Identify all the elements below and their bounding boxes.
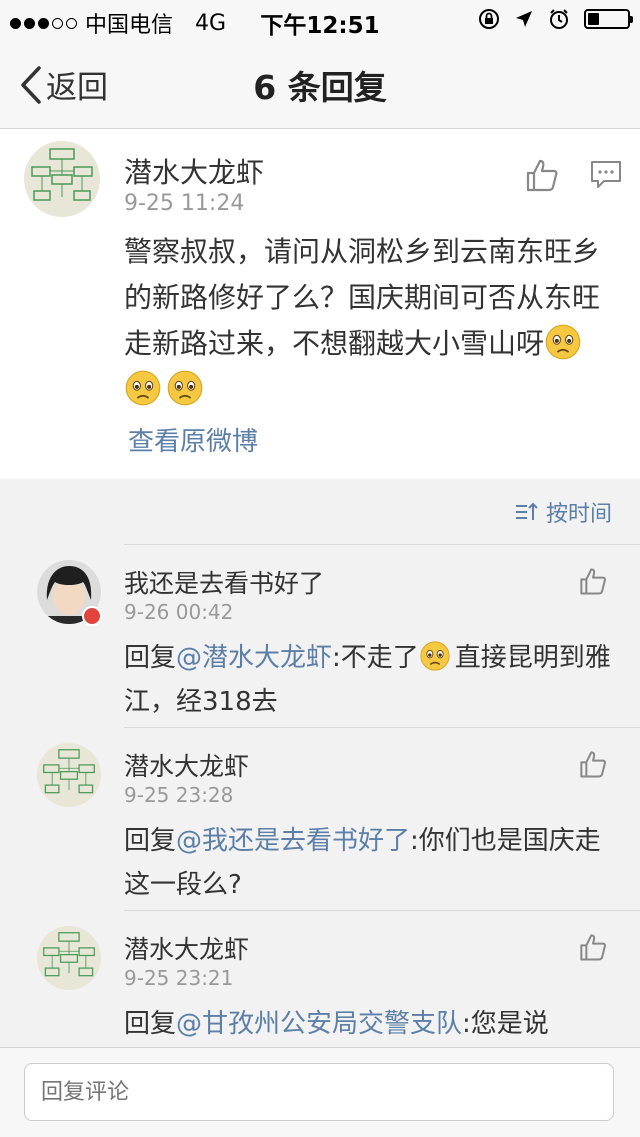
thumbs-up-icon[interactable]: [524, 157, 560, 193]
avatar-image: [37, 743, 101, 807]
reply-body: 回复@潜水大龙虾:不走了 直接昆明到雅江，经318去: [124, 636, 614, 724]
mention-link[interactable]: @我还是去看书好了: [176, 826, 410, 856]
divider: [124, 544, 640, 545]
reply-date: 9-25 23:21: [124, 966, 234, 990]
thumbs-up-icon[interactable]: [578, 932, 608, 962]
battery-fill: [588, 13, 600, 25]
verified-badge-icon: [82, 606, 102, 626]
avatar[interactable]: [37, 926, 101, 990]
alarm-clock-icon: [550, 9, 568, 29]
divider: [124, 910, 640, 911]
avatar-image: [24, 141, 100, 217]
sad-face-emoji-icon: [125, 370, 161, 406]
thumbs-up-icon[interactable]: [578, 749, 608, 779]
reply-author-name[interactable]: 潜水大龙虾: [124, 747, 249, 783]
author-name[interactable]: 潜水大龙虾: [124, 151, 264, 191]
reply-item: 我还是去看书好了 9-26 00:42 回复@潜水大龙虾:不走了 直接昆明到雅江，…: [0, 544, 640, 726]
rotation-lock-icon: [479, 9, 499, 29]
post-text: 警察叔叔，请问从洞松乡到云南东旺乡的新路修好了么？国庆期间可否从东旺走新路过来，…: [124, 235, 601, 360]
sort-by-time-button[interactable]: 按时间: [514, 496, 612, 528]
mention-link[interactable]: @甘孜州公安局交警支队: [176, 1009, 462, 1039]
sad-face-emoji-icon: [545, 324, 581, 360]
reply-item: 潜水大龙虾 9-25 23:28 回复@我还是去看书好了:你们也是国庆走这一段么…: [0, 727, 640, 909]
comment-icon[interactable]: [590, 159, 622, 191]
reply-body: 回复@甘孜州公安局交警支队:您是说: [124, 1002, 614, 1046]
reply-prefix: 回复: [124, 1009, 177, 1039]
post-body: 警察叔叔，请问从洞松乡到云南东旺乡的新路修好了么？国庆期间可否从东旺走新路过来，…: [124, 229, 620, 413]
sort-bar: 按时间: [0, 480, 640, 544]
avatar[interactable]: [37, 743, 101, 807]
mention-link[interactable]: @潜水大龙虾: [176, 643, 332, 673]
navigation-bar: 返回 6 条回复: [0, 40, 640, 129]
battery-icon: [584, 9, 633, 29]
thumbs-up-icon[interactable]: [578, 566, 608, 596]
view-original-link[interactable]: 查看原微博: [128, 421, 258, 458]
sort-label: 按时间: [545, 502, 612, 527]
reply-input-bar: [0, 1047, 640, 1137]
sort-icon: [515, 502, 538, 520]
original-comment: 潜水大龙虾 9-25 11:24 警察叔叔，请问从洞松乡到云南东旺乡的新路修好了…: [0, 129, 640, 479]
status-bar: 中国电信 4G 下午12:51: [0, 0, 640, 40]
sad-face-emoji-icon: [420, 641, 450, 671]
post-date: 9-25 11:24: [124, 191, 245, 216]
avatar-image: [37, 926, 101, 990]
reply-body: 回复@我还是去看书好了:你们也是国庆走这一段么?: [124, 819, 614, 907]
location-arrow-icon: [516, 11, 532, 27]
status-right: [478, 8, 633, 30]
divider: [124, 727, 640, 728]
reply-text: :不走了: [332, 643, 419, 673]
reply-text: :您是说: [462, 1009, 549, 1039]
reply-date: 9-26 00:42: [124, 600, 234, 624]
reply-comment-input[interactable]: [24, 1063, 614, 1121]
sad-face-emoji-icon: [167, 370, 203, 406]
reply-prefix: 回复: [124, 826, 177, 856]
reply-author-name[interactable]: 我还是去看书好了: [124, 564, 324, 600]
reply-prefix: 回复: [124, 643, 177, 673]
avatar[interactable]: [24, 141, 100, 217]
page-title: 6 条回复: [253, 68, 387, 107]
reply-date: 9-25 23:28: [124, 783, 234, 807]
reply-author-name[interactable]: 潜水大龙虾: [124, 930, 249, 966]
